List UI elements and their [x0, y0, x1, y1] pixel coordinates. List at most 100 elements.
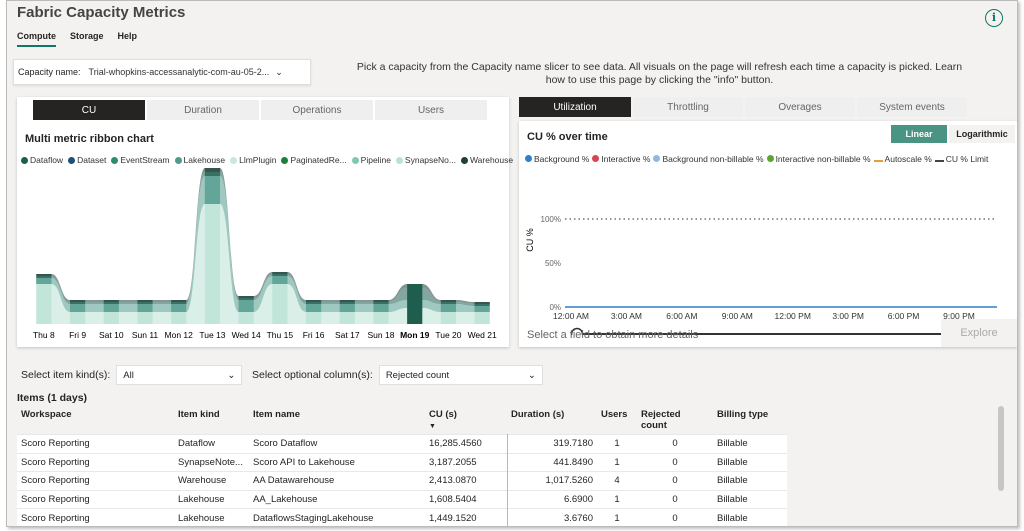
- ribbon-bar[interactable]: [373, 300, 389, 302]
- tab-overages[interactable]: Overages: [745, 97, 855, 117]
- segment-cu[interactable]: CU: [33, 100, 145, 120]
- legend-item[interactable]: Lakehouse: [174, 155, 225, 165]
- ribbon-bar[interactable]: [171, 302, 187, 304]
- ribbon-bar[interactable]: [103, 304, 119, 312]
- legend-item[interactable]: Background non-billable %: [653, 154, 764, 164]
- ribbon-bar[interactable]: [137, 302, 153, 304]
- ribbon-bar[interactable]: [440, 304, 457, 312]
- ribbon-bar[interactable]: [238, 298, 254, 300]
- legend-item[interactable]: Interactive %: [592, 154, 650, 164]
- optional-column-dropdown[interactable]: Rejected count ⌄: [378, 365, 543, 385]
- column-header[interactable]: Billing type: [713, 406, 787, 435]
- capacity-slicer[interactable]: Capacity name: Trial-whopkins-accessanal…: [13, 59, 311, 85]
- ribbon-bar[interactable]: [204, 168, 221, 172]
- tab-storage[interactable]: Storage: [70, 31, 104, 47]
- tab-compute[interactable]: Compute: [17, 31, 56, 47]
- ribbon-bar[interactable]: [137, 300, 153, 302]
- tab-utilization[interactable]: Utilization: [519, 97, 631, 117]
- table-row[interactable]: Scoro Reporting Warehouse AA Datawarehouse…: [17, 471, 787, 490]
- ribbon-warehouse[interactable]: [36, 168, 490, 304]
- column-header[interactable]: Rejected count: [637, 406, 713, 435]
- ribbon-bar[interactable]: [137, 304, 153, 312]
- table-row[interactable]: Scoro Reporting Lakehouse AA_Lakehouse 1,60…: [17, 489, 787, 509]
- explore-button[interactable]: Explore: [941, 319, 1017, 347]
- column-header[interactable]: Item name: [249, 406, 425, 435]
- segment-users[interactable]: Users: [375, 100, 487, 120]
- ribbon-bar[interactable]: [272, 284, 288, 324]
- ribbon-bar[interactable]: [238, 300, 254, 312]
- segment-duration[interactable]: Duration: [147, 100, 259, 120]
- ribbon-bar[interactable]: [272, 272, 288, 274]
- legend-item[interactable]: Background %: [525, 154, 589, 164]
- column-header[interactable]: Item kind: [174, 406, 249, 435]
- tab-throttling[interactable]: Throttling: [633, 97, 743, 117]
- ribbon-bar[interactable]: [238, 312, 254, 324]
- ribbon-bar[interactable]: [69, 300, 86, 302]
- ribbon-bar[interactable]: [305, 302, 322, 304]
- legend-item[interactable]: LlmPlugin: [230, 155, 276, 165]
- ribbon-bar[interactable]: [204, 172, 221, 176]
- ribbon-bar[interactable]: [103, 312, 119, 324]
- ribbon-bar[interactable]: [474, 304, 490, 306]
- ribbon-bar[interactable]: [204, 204, 221, 324]
- ribbon-bar[interactable]: [339, 312, 355, 324]
- capacity-value[interactable]: Trial-whopkins-accessanalytic-com-au-05-…: [89, 67, 270, 77]
- ribbon-bar[interactable]: [407, 284, 423, 288]
- ribbon-bar[interactable]: [373, 302, 389, 304]
- segment-operations[interactable]: Operations: [261, 100, 373, 120]
- legend-item[interactable]: PaginatedRe...: [281, 155, 347, 165]
- ribbon-bar[interactable]: [474, 312, 490, 324]
- item-kind-dropdown[interactable]: All ⌄: [116, 365, 243, 385]
- ribbon-bar[interactable]: [204, 176, 221, 204]
- ribbon-bar[interactable]: [305, 304, 322, 312]
- ribbon-bar[interactable]: [69, 302, 86, 304]
- ribbon-bar[interactable]: [272, 276, 288, 284]
- ribbon-bar[interactable]: [373, 312, 389, 324]
- table-row[interactable]: Scoro Reporting SynapseNote... Scoro API t…: [17, 452, 787, 472]
- ribbon-bar[interactable]: [440, 300, 457, 302]
- logarithmic-button[interactable]: Logarithmic: [949, 125, 1015, 143]
- ribbon-bar[interactable]: [305, 312, 322, 324]
- ribbon-bar[interactable]: [339, 304, 355, 312]
- ribbon-bar[interactable]: [103, 300, 119, 302]
- ribbon-chart[interactable]: Thu 8 Fri 9 Sat 10 Sun 11 Mon 12 Tue 13 Wed 14…: [17, 167, 509, 347]
- legend-item[interactable]: Dataflow: [21, 155, 63, 165]
- ribbon-bar[interactable]: [440, 302, 457, 304]
- legend-item[interactable]: Autoscale %: [873, 154, 932, 164]
- legend-item[interactable]: Warehouse: [460, 155, 513, 165]
- ribbon-bar[interactable]: [440, 312, 457, 324]
- ribbon-bar[interactable]: [373, 304, 389, 312]
- ribbon-bar[interactable]: [339, 300, 355, 302]
- legend-item[interactable]: EventStream: [111, 155, 170, 165]
- legend-item[interactable]: SynapseNo...: [395, 155, 456, 165]
- column-header[interactable]: Duration (s): [507, 406, 597, 435]
- tab-system-events[interactable]: System events: [857, 97, 967, 117]
- legend-item[interactable]: Interactive non-billable %: [766, 154, 871, 164]
- column-header[interactable]: CU (s) ▼: [425, 406, 507, 435]
- ribbon-bar[interactable]: [69, 312, 86, 324]
- ribbon-bar[interactable]: [305, 300, 322, 302]
- legend-item[interactable]: CU % Limit: [934, 154, 988, 164]
- ribbon-bar[interactable]: [474, 302, 490, 304]
- chevron-down-icon[interactable]: ⌄: [275, 67, 283, 78]
- column-header[interactable]: Users: [597, 406, 637, 435]
- ribbon-bar[interactable]: [238, 296, 254, 298]
- table-scrollbar[interactable]: [998, 406, 1004, 491]
- ribbon-bar[interactable]: [474, 306, 490, 312]
- ribbon-bar[interactable]: [103, 302, 119, 304]
- ribbon-bar[interactable]: [407, 288, 423, 300]
- legend-item[interactable]: Dataset: [68, 155, 106, 165]
- info-icon[interactable]: i: [985, 9, 1003, 27]
- ribbon-bar[interactable]: [36, 276, 52, 278]
- ribbon-bar[interactable]: [407, 308, 423, 324]
- ribbon-bar[interactable]: [36, 284, 52, 324]
- ribbon-bar[interactable]: [272, 274, 288, 276]
- ribbon-bar[interactable]: [171, 304, 187, 312]
- column-header[interactable]: Workspace: [17, 406, 174, 435]
- legend-item[interactable]: Pipeline: [351, 155, 391, 165]
- ribbon-bar[interactable]: [36, 278, 52, 284]
- ribbon-bar[interactable]: [36, 274, 52, 276]
- ribbon-bar[interactable]: [69, 304, 86, 312]
- ribbon-bar[interactable]: [339, 302, 355, 304]
- table-row[interactable]: Scoro Reporting Lakehouse DataflowsStaging…: [17, 508, 787, 526]
